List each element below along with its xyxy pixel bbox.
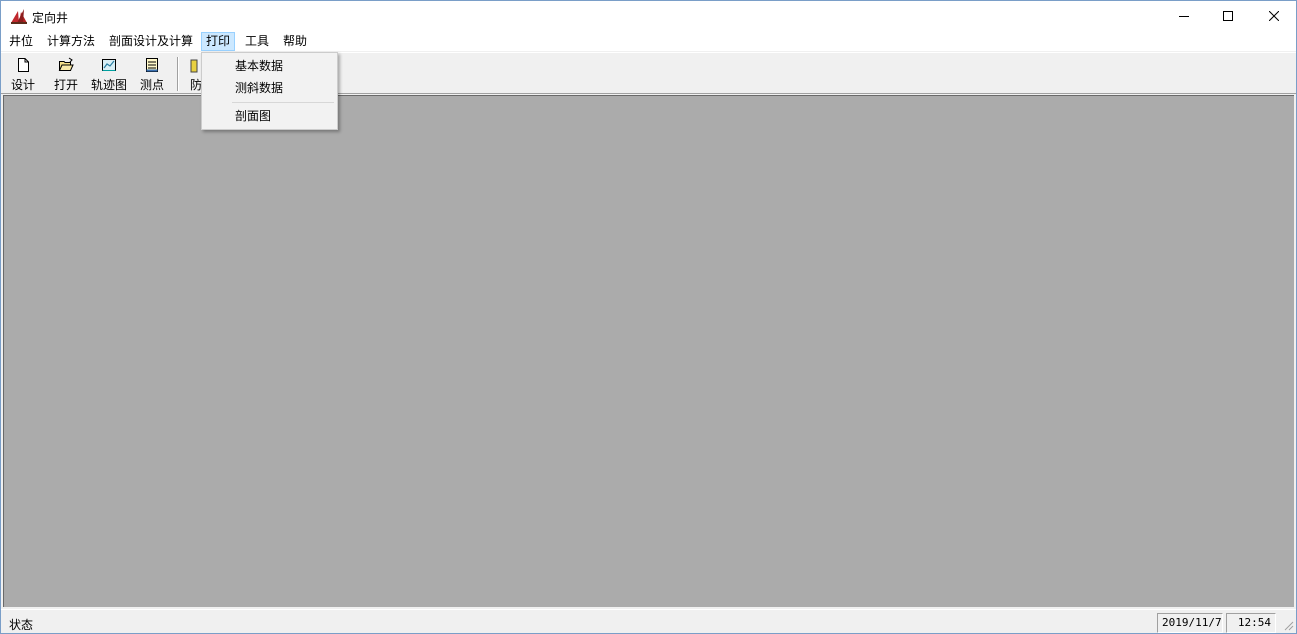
- maximize-icon: [1223, 11, 1233, 21]
- open-button[interactable]: 打开: [48, 55, 84, 93]
- toolbar: 设计 打开 轨迹图 测点 防: [1, 52, 1296, 94]
- menu-tools[interactable]: 工具: [240, 32, 274, 51]
- trajectory-button[interactable]: 轨迹图: [89, 55, 129, 93]
- open-label: 打开: [53, 78, 78, 92]
- design-button[interactable]: 设计: [5, 55, 41, 93]
- minimize-button[interactable]: [1161, 1, 1207, 31]
- close-button[interactable]: [1251, 1, 1297, 31]
- menu-item-profile-chart[interactable]: 剖面图: [204, 105, 335, 127]
- status-text: 状态: [9, 618, 34, 632]
- menu-profile-design[interactable]: 剖面设计及计算: [104, 32, 198, 51]
- app-window: 定向井 井位 计算方法 剖面设计及计算 打印 工具 帮助 设计 打开 轨迹图 测…: [0, 0, 1297, 634]
- design-label: 设计: [10, 78, 35, 92]
- status-date: 2019/11/7: [1157, 613, 1223, 633]
- menu-help[interactable]: 帮助: [278, 32, 312, 51]
- menu-bar: 井位 计算方法 剖面设计及计算 打印 工具 帮助: [1, 31, 1296, 51]
- app-logo-icon: [10, 8, 28, 24]
- menu-separator: [232, 102, 334, 103]
- menu-print[interactable]: 打印: [201, 32, 236, 51]
- toolbar-separator: [177, 57, 179, 91]
- trajectory-label: 轨迹图: [90, 78, 127, 92]
- minimize-icon: [1179, 16, 1189, 17]
- status-time: 12:54: [1226, 613, 1276, 633]
- menu-calculation-method[interactable]: 计算方法: [42, 32, 100, 51]
- title-bar[interactable]: 定向井: [1, 1, 1296, 31]
- survey-label: 测点: [139, 78, 164, 92]
- menu-item-survey-data[interactable]: 测斜数据: [204, 77, 335, 99]
- survey-list-icon: [144, 57, 160, 73]
- resize-grip-icon[interactable]: [1282, 619, 1294, 631]
- maximize-button[interactable]: [1205, 1, 1251, 31]
- trajectory-chart-icon: [101, 57, 117, 73]
- new-document-icon: [15, 57, 31, 73]
- menu-well-location[interactable]: 井位: [4, 32, 38, 51]
- window-title: 定向井: [32, 11, 69, 25]
- print-dropdown-menu: 基本数据 测斜数据 剖面图: [201, 52, 338, 130]
- menu-item-basic-data[interactable]: 基本数据: [204, 55, 335, 77]
- status-bar: 状态 2019/11/7 12:54: [1, 609, 1296, 633]
- survey-point-button[interactable]: 测点: [135, 55, 169, 93]
- close-icon: [1269, 11, 1279, 21]
- mdi-client-area[interactable]: [3, 95, 1294, 607]
- open-folder-icon: [58, 57, 74, 73]
